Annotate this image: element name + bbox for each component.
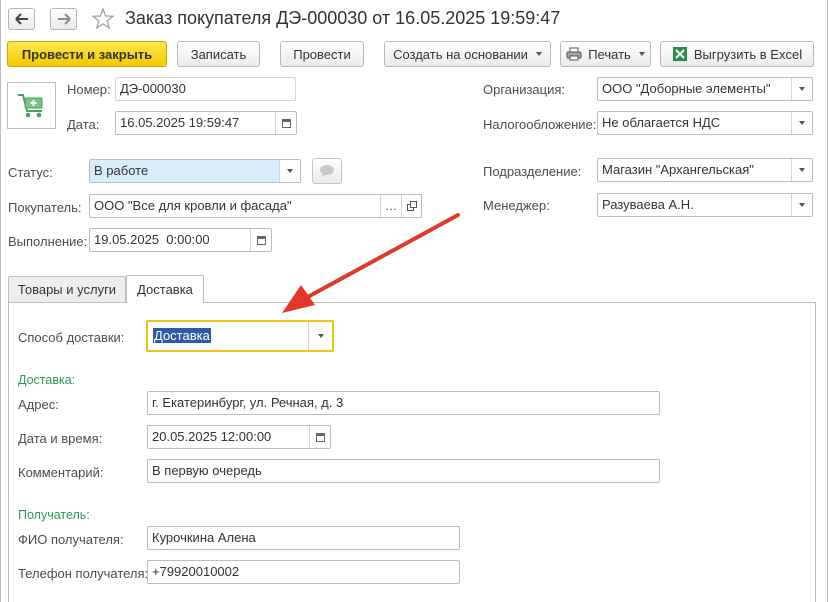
window-title: Заказ покупателя ДЭ-000030 от 16.05.2025… bbox=[125, 8, 561, 28]
division-field[interactable]: Магазин "Архангельская" bbox=[597, 158, 813, 182]
number-label: Номер: bbox=[67, 82, 111, 97]
calendar-button[interactable] bbox=[275, 112, 296, 134]
manager-label: Менеджер: bbox=[483, 198, 550, 213]
excel-icon bbox=[672, 47, 687, 61]
tab-goods-services[interactable]: Товары и услуги bbox=[8, 276, 126, 302]
recipient-phone-label: Телефон получателя: bbox=[18, 566, 149, 581]
chevron-down-icon bbox=[638, 52, 645, 56]
execution-value: 19.05.2025 0:00:00 bbox=[94, 232, 210, 247]
execution-field[interactable]: 19.05.2025 0:00:00 bbox=[89, 228, 272, 252]
taxation-field[interactable]: Не облагается НДС bbox=[597, 111, 813, 135]
delivery-method-dropdown-button[interactable] bbox=[308, 322, 332, 350]
date-label: Дата: bbox=[67, 117, 100, 132]
open-link-icon bbox=[406, 201, 417, 211]
organization-label: Организация: bbox=[483, 82, 566, 97]
address-label: Адрес: bbox=[18, 397, 59, 412]
status-dropdown-button[interactable] bbox=[279, 160, 300, 182]
delivery-section-title: Доставка: bbox=[18, 373, 76, 387]
document-picture bbox=[7, 82, 56, 129]
recipient-name-label: ФИО получателя: bbox=[18, 532, 124, 547]
create-based-on-label: Создать на основании bbox=[393, 46, 528, 62]
print-label: Печать bbox=[588, 46, 631, 62]
delivery-method-field[interactable]: Доставка bbox=[146, 320, 334, 352]
chevron-down-icon bbox=[799, 168, 805, 172]
organization-value: ООО "Доборные элементы" bbox=[602, 81, 771, 96]
comment-label: Комментарий: bbox=[18, 465, 104, 480]
organization-field[interactable]: ООО "Доборные элементы" bbox=[597, 77, 813, 101]
status-label: Статус: bbox=[8, 165, 53, 180]
taxation-value: Не облагается НДС bbox=[602, 115, 721, 130]
arrow-right-icon bbox=[57, 13, 71, 25]
print-button[interactable]: Печать bbox=[560, 41, 651, 67]
manager-value: Разуваева А.Н. bbox=[602, 197, 694, 212]
buyer-select-button[interactable]: … bbox=[380, 195, 401, 217]
organization-dropdown-button[interactable] bbox=[791, 78, 812, 100]
delivery-datetime-field[interactable]: 20.05.2025 12:00:00 bbox=[147, 425, 331, 449]
division-value: Магазин "Архангельская" bbox=[602, 162, 754, 177]
comment-field[interactable]: В первую очередь bbox=[147, 459, 660, 483]
status-value: В работе bbox=[94, 163, 149, 178]
buyer-open-button[interactable] bbox=[401, 195, 421, 217]
export-excel-button[interactable]: Выгрузить в Excel bbox=[660, 41, 814, 67]
buyer-label: Покупатель: bbox=[8, 200, 82, 215]
chevron-down-icon bbox=[287, 169, 293, 173]
taxation-label: Налогообложение: bbox=[483, 117, 597, 132]
calendar-icon bbox=[256, 235, 266, 245]
status-comment-button[interactable] bbox=[312, 158, 342, 184]
forward-button[interactable] bbox=[50, 8, 77, 30]
buyer-field[interactable]: ООО "Все для кровли и фасада" … bbox=[89, 194, 422, 218]
back-button[interactable] bbox=[8, 8, 35, 30]
tab-panel-right-border bbox=[815, 302, 816, 602]
address-field[interactable]: г. Екатеринбург, ул. Речная, д. 3 bbox=[147, 391, 660, 415]
delivery-method-value: Доставка bbox=[153, 328, 211, 343]
chevron-down-icon bbox=[799, 87, 805, 91]
delivery-method-label: Способ доставки: bbox=[18, 330, 125, 345]
create-based-on-button[interactable]: Создать на основании bbox=[384, 41, 551, 67]
status-field[interactable]: В работе bbox=[89, 159, 301, 183]
post-and-close-button[interactable]: Провести и закрыть bbox=[7, 41, 167, 67]
ellipsis-icon: … bbox=[385, 199, 397, 213]
calendar-button[interactable] bbox=[250, 229, 271, 251]
number-field[interactable]: ДЭ-000030 bbox=[115, 77, 296, 101]
post-button[interactable]: Провести bbox=[280, 41, 364, 67]
delivery-datetime-value: 20.05.2025 12:00:00 bbox=[152, 429, 272, 444]
manager-field[interactable]: Разуваева А.Н. bbox=[597, 193, 813, 217]
save-button[interactable]: Записать bbox=[177, 41, 260, 67]
recipient-phone-field[interactable]: +79920010002 bbox=[147, 560, 460, 584]
buyer-value: ООО "Все для кровли и фасада" bbox=[94, 198, 292, 213]
speech-bubble-icon bbox=[320, 165, 334, 177]
taxation-dropdown-button[interactable] bbox=[791, 112, 812, 134]
recipient-name-field[interactable]: Курочкина Алена bbox=[147, 526, 460, 550]
window-border-left bbox=[0, 0, 1, 602]
execution-label: Выполнение: bbox=[8, 234, 88, 249]
delivery-datetime-label: Дата и время: bbox=[18, 431, 103, 446]
recipient-section-title: Получатель: bbox=[18, 508, 90, 522]
division-label: Подразделение: bbox=[483, 164, 582, 179]
date-value: 16.05.2025 19:59:47 bbox=[120, 115, 240, 130]
favorite-star-icon[interactable] bbox=[91, 7, 115, 31]
calendar-button[interactable] bbox=[309, 426, 330, 448]
arrow-left-icon bbox=[14, 13, 28, 25]
chevron-down-icon bbox=[799, 121, 805, 125]
calendar-icon bbox=[315, 432, 325, 442]
tab-delivery[interactable]: Доставка bbox=[126, 275, 204, 303]
shopping-cart-icon bbox=[17, 93, 42, 117]
chevron-down-icon bbox=[317, 334, 324, 338]
date-field[interactable]: 16.05.2025 19:59:47 bbox=[115, 111, 297, 135]
export-excel-label: Выгрузить в Excel bbox=[693, 46, 803, 62]
printer-icon bbox=[566, 47, 582, 61]
calendar-icon bbox=[281, 118, 291, 128]
chevron-down-icon bbox=[535, 52, 542, 56]
chevron-down-icon bbox=[799, 203, 805, 207]
manager-dropdown-button[interactable] bbox=[791, 194, 812, 216]
division-dropdown-button[interactable] bbox=[791, 159, 812, 181]
tab-panel-left-border bbox=[8, 302, 9, 602]
